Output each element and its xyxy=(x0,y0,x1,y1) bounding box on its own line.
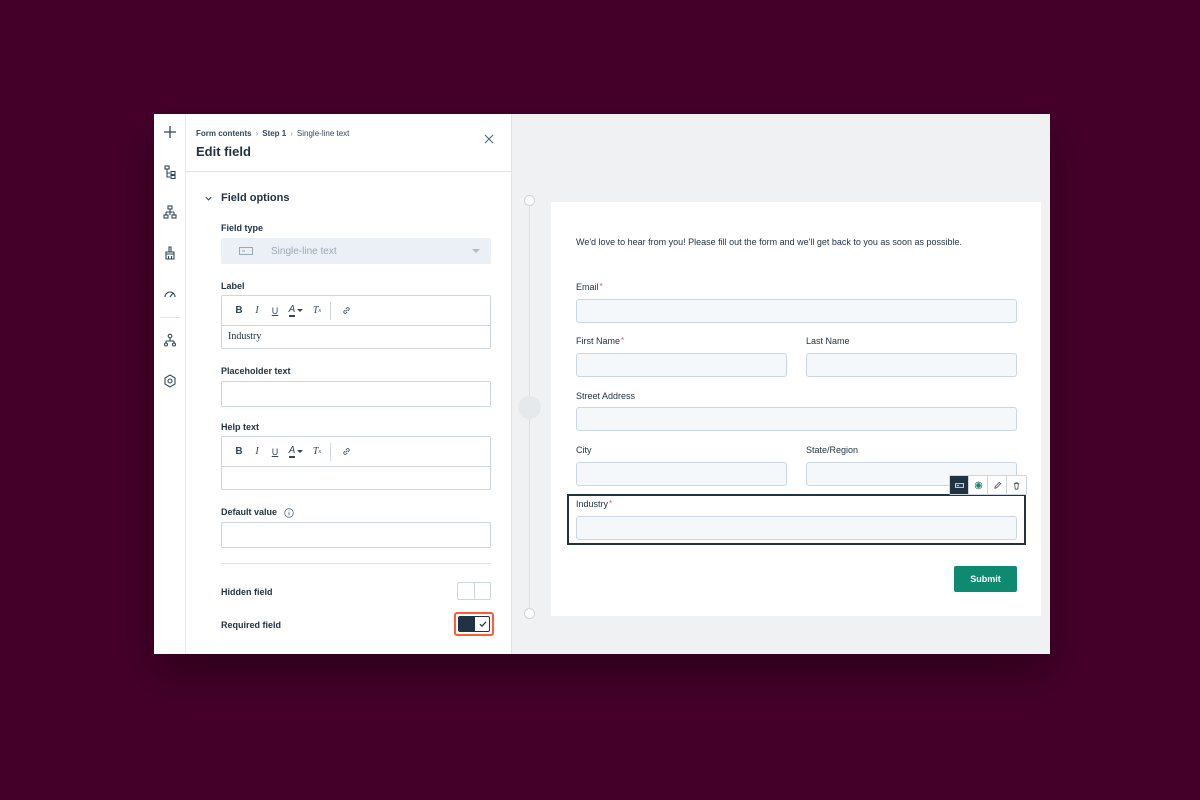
required-field-toggle[interactable] xyxy=(458,616,490,632)
required-field-highlight xyxy=(454,612,494,636)
checkmark-icon xyxy=(479,621,487,628)
underline-button[interactable]: U xyxy=(266,443,284,461)
paint-brush-icon[interactable] xyxy=(158,241,182,265)
rte-toolbar: B I U A Tx xyxy=(222,296,490,326)
street-address-field[interactable] xyxy=(576,407,1017,431)
required-field-label: Required field xyxy=(221,620,282,630)
left-icon-rail xyxy=(154,114,186,654)
city-field[interactable] xyxy=(576,462,787,486)
section-title: Field options xyxy=(221,192,290,204)
step-start-dot xyxy=(524,195,535,206)
placeholder-field-label: Placeholder text xyxy=(221,366,291,376)
form-intro-text: We'd love to hear from you! Please fill … xyxy=(576,237,962,247)
italic-button[interactable]: I xyxy=(248,302,266,320)
rail-divider xyxy=(160,317,180,318)
default-value-input[interactable] xyxy=(221,522,491,548)
default-value-label-text: Default value xyxy=(221,507,278,517)
field-type-icon[interactable] xyxy=(950,476,969,494)
required-asterisk: * xyxy=(609,499,613,508)
move-icon[interactable] xyxy=(969,476,988,494)
first-name-label-text: First Name xyxy=(576,336,621,346)
plus-icon[interactable] xyxy=(158,120,182,144)
required-asterisk: * xyxy=(599,282,603,291)
field-type-value: Single-line text xyxy=(271,245,337,257)
required-asterisk: * xyxy=(621,336,625,345)
section-divider xyxy=(221,563,491,564)
close-icon[interactable] xyxy=(482,132,496,146)
city-label: City xyxy=(576,445,592,455)
label-field-label: Label xyxy=(221,281,245,291)
industry-field[interactable] xyxy=(576,516,1017,540)
underline-button[interactable]: U xyxy=(266,302,284,320)
last-name-label: Last Name xyxy=(806,336,850,346)
toolbar-divider xyxy=(330,301,331,320)
form-preview-card: We'd love to hear from you! Please fill … xyxy=(551,202,1041,616)
breadcrumb: Form contents › Step 1 › Single-line tex… xyxy=(196,129,349,138)
label-rich-text-editor: B I U A Tx Industry xyxy=(221,295,491,349)
step-end-dot xyxy=(524,608,535,619)
text-color-button[interactable]: A xyxy=(284,304,308,317)
field-type-select[interactable]: Single-line text xyxy=(221,238,491,264)
clear-formatting-button[interactable]: Tx xyxy=(308,302,326,320)
help-rich-text-editor: B I U A Tx xyxy=(221,436,491,490)
add-step-button[interactable] xyxy=(518,396,541,419)
clear-formatting-button[interactable]: Tx xyxy=(308,443,326,461)
edit-pencil-icon[interactable] xyxy=(988,476,1007,494)
link-icon[interactable] xyxy=(337,302,355,320)
delete-trash-icon[interactable] xyxy=(1007,476,1026,494)
breadcrumb-current: Single-line text xyxy=(296,129,350,138)
default-value-label: Default value xyxy=(221,507,294,518)
tree-list-icon[interactable] xyxy=(158,160,182,184)
chevron-down-icon xyxy=(205,196,212,201)
industry-label-text: Industry xyxy=(576,499,609,509)
field-action-toolbar xyxy=(949,475,1027,495)
info-icon[interactable] xyxy=(283,507,294,518)
field-options-toggle[interactable]: Field options xyxy=(204,192,289,204)
chevron-right-icon: › xyxy=(255,129,259,138)
field-type-label: Field type xyxy=(221,223,264,233)
last-name-field[interactable] xyxy=(806,353,1017,377)
rte-toolbar: B I U A Tx xyxy=(222,437,490,467)
hidden-field-label: Hidden field xyxy=(221,587,273,597)
form-preview-area: We'd love to hear from you! Please fill … xyxy=(512,114,1050,654)
first-name-label: First Name* xyxy=(576,336,624,346)
breadcrumb-step[interactable]: Step 1 xyxy=(262,129,286,138)
email-label: Email* xyxy=(576,282,603,292)
link-icon[interactable] xyxy=(337,443,355,461)
bold-button[interactable]: B xyxy=(230,302,248,320)
italic-button[interactable]: I xyxy=(248,443,266,461)
breadcrumb-form-contents[interactable]: Form contents xyxy=(196,129,252,138)
panel-title: Edit field xyxy=(196,144,251,159)
first-name-field[interactable] xyxy=(576,353,787,377)
street-address-label: Street Address xyxy=(576,391,636,401)
speedometer-icon[interactable] xyxy=(158,282,182,306)
form-editor-window: Form contents › Step 1 › Single-line tex… xyxy=(154,114,1050,654)
toolbar-divider xyxy=(330,442,331,461)
help-field-label: Help text xyxy=(221,422,260,432)
email-label-text: Email xyxy=(576,282,599,292)
state-region-label: State/Region xyxy=(806,445,859,455)
single-line-text-icon xyxy=(239,247,253,255)
email-field[interactable] xyxy=(576,299,1017,323)
industry-label: Industry* xyxy=(576,499,612,509)
bold-button[interactable]: B xyxy=(230,443,248,461)
caret-down-icon xyxy=(472,249,480,253)
label-input[interactable]: Industry xyxy=(222,326,490,348)
panel-header: Form contents › Step 1 › Single-line tex… xyxy=(186,114,512,172)
placeholder-text-input[interactable] xyxy=(221,381,491,407)
toggle-knob xyxy=(459,617,475,631)
hidden-field-toggle[interactable] xyxy=(457,582,491,600)
text-color-button[interactable]: A xyxy=(284,445,308,458)
hierarchy-icon[interactable] xyxy=(158,200,182,224)
settings-gear-icon[interactable] xyxy=(158,369,182,393)
help-text-input[interactable] xyxy=(222,467,490,489)
edit-field-panel: Form contents › Step 1 › Single-line tex… xyxy=(186,114,512,654)
org-chart-icon[interactable] xyxy=(158,328,182,352)
submit-button[interactable]: Submit xyxy=(954,566,1017,592)
chevron-right-icon: › xyxy=(290,129,293,138)
